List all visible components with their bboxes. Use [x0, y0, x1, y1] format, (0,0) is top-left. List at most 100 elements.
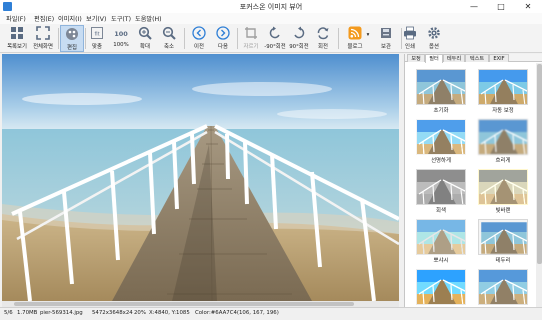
filter-item[interactable]: 빛바랜	[474, 165, 532, 215]
archive-icon	[381, 28, 391, 38]
rotate-right-icon	[294, 26, 305, 39]
grid-icon	[11, 27, 23, 39]
maximize-button[interactable]: □	[487, 0, 515, 13]
menu-file[interactable]: 파일(F)	[6, 14, 26, 23]
filter-label: 자동 보정	[492, 108, 514, 114]
zoom-out-icon	[162, 26, 176, 40]
menu-help[interactable]: 도움말(H)	[135, 14, 162, 23]
toolbar-separator	[237, 28, 238, 49]
title-bar: 포커스온 이미지 뷰어 — □ ✕	[0, 0, 542, 13]
status-color: Color:#6AA7C4(106, 167, 196)	[195, 310, 279, 316]
save-label: 보관	[381, 44, 391, 50]
chevron-down-icon: ▾	[366, 32, 370, 38]
filter-thumbnail	[416, 119, 466, 155]
crop-label: 자르기	[243, 44, 259, 50]
filter-thumbnail	[416, 219, 466, 255]
status-coords: X:4840, Y:1085	[149, 310, 190, 316]
filter-item[interactable]: 패인팅	[412, 265, 470, 307]
horizontal-scrollbar-thumb[interactable]	[14, 302, 354, 306]
menu-image[interactable]: 이미지(I)	[58, 14, 82, 23]
filter-item[interactable]: 모자이크	[474, 265, 532, 307]
menu-bar: 파일(F) 편집(E) 이미지(I) 보기(V) 도구(T) 도움말(H)	[0, 13, 542, 24]
rss-icon	[348, 26, 362, 40]
tab-text[interactable]: 텍스트	[465, 54, 489, 62]
main-photo	[2, 54, 399, 301]
filter-label: 빛바랜	[495, 208, 511, 214]
image-viewport[interactable]	[2, 54, 399, 301]
rotate-right-button[interactable]: 90°회전	[287, 25, 311, 52]
vertical-scrollbar-thumb[interactable]	[537, 64, 542, 264]
tab-exif[interactable]: EXIF	[489, 54, 509, 62]
actual-size-icon-text: 100	[114, 30, 128, 38]
filter-thumbnail	[478, 169, 528, 205]
zoom-in-button[interactable]: 확대	[133, 25, 157, 52]
filter-item[interactable]: 뽀샤시	[412, 215, 470, 265]
filter-thumbnail	[416, 169, 466, 205]
rotate-left-button[interactable]: -90°회전	[263, 25, 287, 52]
panel-tabs: 보정 필터 테두리 텍스트 EXIF	[405, 54, 542, 63]
tab-border[interactable]: 테두리	[443, 54, 465, 62]
fit-button[interactable]: fit 맞춤	[85, 25, 109, 52]
filter-item[interactable]: 흐리게	[474, 115, 532, 165]
menu-tools[interactable]: 도구(T)	[111, 14, 131, 23]
next-label: 다음	[218, 44, 228, 50]
filter-label: 회색	[436, 208, 446, 214]
blog-dropdown[interactable]: ▾	[364, 25, 372, 52]
options-label: 옵션	[429, 44, 439, 50]
filter-thumbnail	[478, 69, 528, 105]
filter-label: 뽀샤시	[433, 258, 449, 264]
actual-size-button[interactable]: 100 100%	[109, 25, 133, 52]
fit-label: 맞춤	[92, 44, 102, 50]
thumbnails-label: 목록보기	[7, 44, 27, 50]
crop-icon	[245, 27, 257, 39]
options-button[interactable]: 옵션	[422, 25, 446, 52]
edit-label: 편집	[67, 45, 77, 51]
rotate-right-label: 90°회전	[289, 44, 309, 50]
expand-icon	[36, 26, 50, 40]
status-filesize: 1.70MB	[17, 310, 38, 316]
fullscreen-label: 전체화면	[33, 44, 53, 50]
rotate-left-label: -90°회전	[264, 44, 286, 50]
edit-button[interactable]: 편집	[60, 25, 84, 52]
vertical-scrollbar[interactable]	[536, 63, 542, 307]
filter-thumbnail	[416, 69, 466, 105]
print-button[interactable]: 인쇄	[398, 25, 422, 52]
rotate-icon	[317, 27, 329, 40]
fullscreen-button[interactable]: 전체화면	[31, 25, 55, 52]
rotate-button[interactable]: 회전	[311, 25, 335, 52]
filter-item[interactable]: 회색	[412, 165, 470, 215]
filter-thumbnail	[416, 269, 466, 305]
menu-view[interactable]: 보기(V)	[86, 14, 106, 23]
zoom-out-label: 축소	[164, 44, 174, 50]
prev-button[interactable]: 이전	[187, 25, 211, 52]
crop-button[interactable]: 자르기	[239, 25, 263, 52]
status-filename: pier-569314.jpg	[40, 310, 83, 316]
zoom-in-label: 확대	[140, 44, 150, 50]
filter-item[interactable]: 초기화	[412, 65, 470, 115]
toolbar: 목록보기 전체화면 편집 fit 맞춤 100 100% 확대 축소 이전 다음…	[0, 24, 542, 53]
status-index: 5/6	[4, 310, 13, 316]
actual-size-icon: 100	[114, 30, 128, 38]
filter-label: 선명하게	[431, 158, 451, 164]
menu-edit[interactable]: 편집(E)	[34, 14, 54, 23]
zoom-out-button[interactable]: 축소	[157, 25, 181, 52]
filter-item[interactable]: 선명하게	[412, 115, 470, 165]
filter-thumbnail	[478, 119, 528, 155]
tab-filter[interactable]: 필터	[425, 54, 443, 63]
gear-icon	[428, 27, 440, 39]
status-zoom: 20%	[134, 310, 146, 316]
filter-item[interactable]: 자동 보정	[474, 65, 532, 115]
filter-label: 흐리게	[495, 158, 511, 164]
minimize-button[interactable]: —	[460, 0, 488, 13]
filter-label: 테두리	[495, 258, 511, 264]
prev-label: 이전	[194, 44, 204, 50]
thumbnails-button[interactable]: 목록보기	[5, 25, 29, 52]
zoom-in-icon	[138, 26, 152, 40]
next-button[interactable]: 다음	[211, 25, 235, 52]
status-bar: 5/6 1.70MB pier-569314.jpg 5472x3648x24 …	[0, 307, 542, 320]
close-button[interactable]: ✕	[514, 0, 542, 13]
palette-icon	[66, 28, 78, 40]
tab-adjust[interactable]: 보정	[407, 54, 425, 62]
save-button[interactable]: 보관	[374, 25, 398, 52]
filter-item[interactable]: 테두리	[474, 215, 532, 265]
